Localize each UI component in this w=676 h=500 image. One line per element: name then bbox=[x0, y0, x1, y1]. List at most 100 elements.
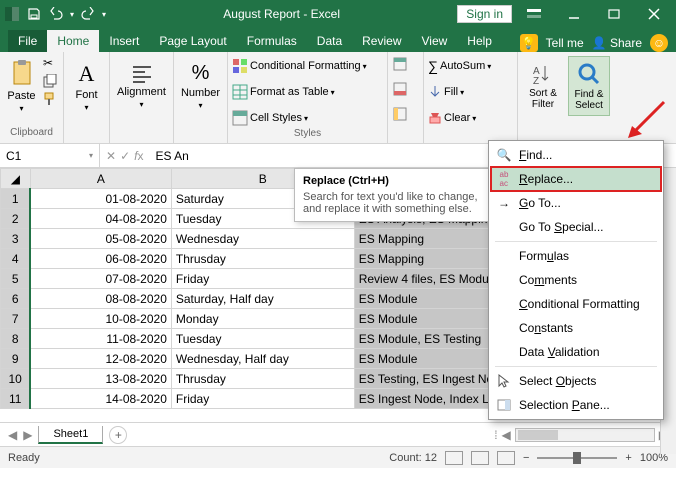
tab-home[interactable]: Home bbox=[47, 30, 99, 52]
cell[interactable]: Friday bbox=[171, 389, 354, 409]
tab-file[interactable]: File bbox=[8, 30, 47, 52]
number-button[interactable]: % Number ▾ bbox=[180, 56, 222, 116]
format-as-table-button[interactable]: Format as Table▾ bbox=[232, 82, 335, 102]
row-header[interactable]: 6 bbox=[1, 289, 31, 309]
conditional-formatting-button[interactable]: Conditional Formatting▾ bbox=[232, 56, 367, 76]
menu-select-objects[interactable]: Select Objects bbox=[491, 369, 661, 393]
delete-cells-icon[interactable] bbox=[392, 81, 408, 100]
cell[interactable]: Tuesday bbox=[171, 329, 354, 349]
scroll-left-icon[interactable]: ◀ bbox=[502, 428, 511, 442]
tab-formulas[interactable]: Formulas bbox=[237, 30, 307, 52]
zoom-in-icon[interactable]: + bbox=[625, 452, 631, 464]
row-header[interactable]: 5 bbox=[1, 269, 31, 289]
tab-view[interactable]: View bbox=[412, 30, 458, 52]
cell[interactable]: Wednesday bbox=[171, 229, 354, 249]
close-icon[interactable] bbox=[636, 2, 672, 26]
tab-data[interactable]: Data bbox=[307, 30, 352, 52]
cell[interactable]: 05-08-2020 bbox=[30, 229, 171, 249]
cell[interactable]: 08-08-2020 bbox=[30, 289, 171, 309]
row-header[interactable]: 8 bbox=[1, 329, 31, 349]
name-box[interactable]: C1▾ bbox=[0, 144, 100, 167]
col-header-a[interactable]: A bbox=[30, 169, 171, 189]
row-header[interactable]: 4 bbox=[1, 249, 31, 269]
menu-find[interactable]: 🔍Find... bbox=[491, 143, 661, 167]
formula-value[interactable]: ES An bbox=[149, 149, 188, 163]
tab-page-layout[interactable]: Page Layout bbox=[149, 30, 236, 52]
cell[interactable]: 07-08-2020 bbox=[30, 269, 171, 289]
ribbon-options-icon[interactable] bbox=[516, 2, 552, 26]
font-button[interactable]: A Font ▾ bbox=[68, 56, 105, 116]
tab-insert[interactable]: Insert bbox=[99, 30, 149, 52]
autosum-button[interactable]: ∑ AutoSum▾ bbox=[428, 56, 491, 76]
redo-icon[interactable] bbox=[80, 6, 96, 22]
share-button[interactable]: 👤 Share bbox=[592, 36, 642, 50]
menu-goto[interactable]: →Go To... bbox=[491, 191, 661, 215]
insert-cells-icon[interactable] bbox=[392, 56, 408, 75]
alignment-button[interactable]: Alignment ▾ bbox=[115, 56, 169, 116]
cell[interactable]: 11-08-2020 bbox=[30, 329, 171, 349]
save-icon[interactable] bbox=[26, 6, 42, 22]
find-select-button[interactable]: Find & Select bbox=[568, 56, 610, 116]
row-header[interactable]: 9 bbox=[1, 349, 31, 369]
signin-button[interactable]: Sign in bbox=[457, 5, 512, 23]
menu-goto-special[interactable]: Go To Special... bbox=[491, 215, 661, 239]
cell[interactable]: 13-08-2020 bbox=[30, 369, 171, 389]
cell[interactable]: Wednesday, Half day bbox=[171, 349, 354, 369]
clear-button[interactable]: Clear▾ bbox=[428, 108, 476, 128]
horizontal-scrollbar[interactable] bbox=[515, 428, 655, 442]
menu-data-validation[interactable]: Data Validation bbox=[491, 340, 661, 364]
cell[interactable]: 04-08-2020 bbox=[30, 209, 171, 229]
format-painter-icon[interactable] bbox=[43, 92, 59, 108]
tab-help[interactable]: Help bbox=[457, 30, 502, 52]
row-header[interactable]: 2 bbox=[1, 209, 31, 229]
fx-icon[interactable]: fx bbox=[134, 149, 143, 163]
sheet-tab-1[interactable]: Sheet1 bbox=[38, 426, 103, 444]
view-pagebreak-icon[interactable] bbox=[497, 451, 515, 465]
undo-icon[interactable] bbox=[48, 6, 64, 22]
cell[interactable]: Saturday, Half day bbox=[171, 289, 354, 309]
new-sheet-button[interactable]: + bbox=[109, 426, 127, 444]
row-header[interactable]: 11 bbox=[1, 389, 31, 409]
paste-button[interactable]: Paste ▾ bbox=[4, 56, 39, 116]
menu-replace[interactable]: abacReplace... bbox=[491, 167, 661, 191]
undo-dropdown[interactable]: ▾ bbox=[70, 10, 74, 19]
cell[interactable]: Thrusday bbox=[171, 249, 354, 269]
confirm-formula-icon[interactable]: ✓ bbox=[120, 149, 130, 163]
format-cells-icon[interactable] bbox=[392, 106, 408, 125]
cell[interactable]: 10-08-2020 bbox=[30, 309, 171, 329]
select-all-corner[interactable]: ◢ bbox=[1, 169, 31, 189]
row-header[interactable]: 7 bbox=[1, 309, 31, 329]
maximize-icon[interactable] bbox=[596, 2, 632, 26]
view-layout-icon[interactable] bbox=[471, 451, 489, 465]
zoom-slider[interactable] bbox=[537, 457, 617, 459]
cell[interactable]: 14-08-2020 bbox=[30, 389, 171, 409]
fill-button[interactable]: Fill▾ bbox=[428, 82, 464, 102]
cell[interactable]: 01-08-2020 bbox=[30, 189, 171, 209]
row-header[interactable]: 10 bbox=[1, 369, 31, 389]
tellme-text[interactable]: Tell me bbox=[546, 36, 584, 50]
cell[interactable]: 12-08-2020 bbox=[30, 349, 171, 369]
cut-icon[interactable]: ✂ bbox=[43, 56, 59, 72]
cancel-formula-icon[interactable]: ✕ bbox=[106, 149, 116, 163]
copy-icon[interactable] bbox=[43, 74, 59, 90]
cell[interactable]: Monday bbox=[171, 309, 354, 329]
zoom-out-icon[interactable]: − bbox=[523, 452, 529, 464]
row-header[interactable]: 1 bbox=[1, 189, 31, 209]
menu-comments[interactable]: Comments bbox=[491, 268, 661, 292]
cell-styles-button[interactable]: Cell Styles▾ bbox=[232, 108, 308, 128]
smiley-icon[interactable]: ☺ bbox=[650, 34, 668, 52]
view-normal-icon[interactable] bbox=[445, 451, 463, 465]
menu-formulas[interactable]: Formulas bbox=[491, 244, 661, 268]
sheet-nav-next[interactable]: ▶ bbox=[23, 428, 32, 442]
cell[interactable]: 06-08-2020 bbox=[30, 249, 171, 269]
minimize-icon[interactable] bbox=[556, 2, 592, 26]
sheet-nav-prev[interactable]: ◀ bbox=[8, 428, 17, 442]
cell[interactable]: Friday bbox=[171, 269, 354, 289]
tab-review[interactable]: Review bbox=[352, 30, 411, 52]
menu-constants[interactable]: Constants bbox=[491, 316, 661, 340]
row-header[interactable]: 3 bbox=[1, 229, 31, 249]
cell[interactable]: Thrusday bbox=[171, 369, 354, 389]
sort-filter-button[interactable]: AZ Sort & Filter bbox=[522, 56, 564, 116]
menu-selection-pane[interactable]: Selection Pane... bbox=[491, 393, 661, 417]
menu-conditional-formatting[interactable]: Conditional Formatting bbox=[491, 292, 661, 316]
